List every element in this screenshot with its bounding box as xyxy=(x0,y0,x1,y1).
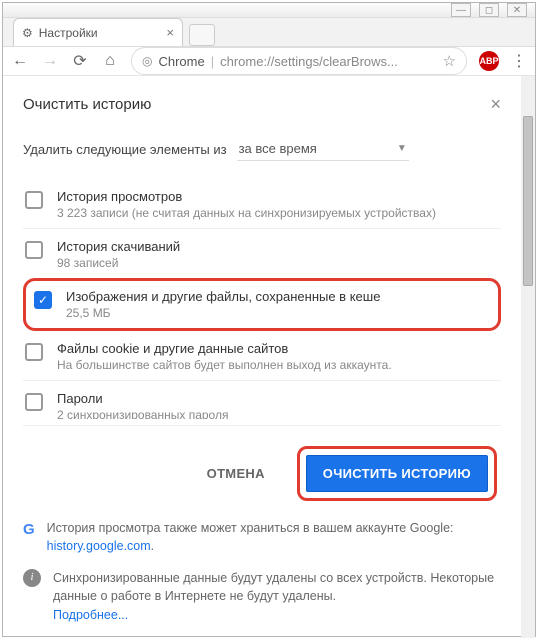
checkbox-checked[interactable]: ✓ xyxy=(34,291,52,309)
window-close-button[interactable]: ✕ xyxy=(507,3,527,17)
item-title: Пароли xyxy=(57,391,228,406)
item-subtitle: 3 223 записи (не считая данных на синхро… xyxy=(57,206,436,220)
dialog-actions: ОТМЕНА ОЧИСТИТЬ ИСТОРИЮ xyxy=(23,425,501,519)
item-subtitle: На большинстве сайтов будет выполнен вых… xyxy=(57,358,392,372)
checkbox[interactable] xyxy=(25,393,43,411)
item-title: История просмотров xyxy=(57,189,436,204)
browser-menu-button[interactable]: ⋮ xyxy=(511,51,527,71)
window-minimize-button[interactable]: — xyxy=(451,3,471,17)
checkbox[interactable] xyxy=(25,241,43,259)
checkbox[interactable] xyxy=(25,343,43,361)
dialog-header: Очистить историю × xyxy=(23,94,501,115)
confirm-button-highlight: ОЧИСТИТЬ ИСТОРИЮ xyxy=(297,446,497,501)
items-list: История просмотров 3 223 записи (не счит… xyxy=(23,179,501,419)
adblock-icon[interactable]: ABP xyxy=(479,51,499,71)
dialog-footer: G История просмотра также может хранитьс… xyxy=(23,519,501,624)
more-link[interactable]: Подробнее... xyxy=(53,606,501,624)
tab-settings[interactable]: ⚙ Настройки × xyxy=(13,18,183,46)
tab-bar: ⚙ Настройки × xyxy=(3,18,535,47)
home-button[interactable]: ⌂ xyxy=(101,52,119,70)
close-icon[interactable]: × xyxy=(490,94,501,115)
forward-button[interactable]: → xyxy=(41,52,59,70)
time-range-select[interactable]: за все время ▼ xyxy=(237,137,409,161)
filter-row: Удалить следующие элементы из за все вре… xyxy=(23,137,501,161)
tab-title: Настройки xyxy=(39,26,98,40)
filter-label: Удалить следующие элементы из xyxy=(23,142,227,157)
item-title: Изображения и другие файлы, сохраненные … xyxy=(66,289,380,304)
list-item-highlighted[interactable]: ✓ Изображения и другие файлы, сохраненны… xyxy=(23,278,501,331)
cancel-button[interactable]: ОТМЕНА xyxy=(191,456,281,491)
scrollbar-thumb[interactable] xyxy=(523,116,533,286)
list-item[interactable]: Файлы cookie и другие данные сайтов На б… xyxy=(23,331,501,381)
list-item[interactable]: История скачиваний 98 записей xyxy=(23,229,501,278)
reload-button[interactable]: ⟳ xyxy=(71,51,89,71)
dialog-title: Очистить историю xyxy=(23,96,151,113)
list-item[interactable]: Пароли 2 синхронизированных пароля xyxy=(23,381,501,419)
item-title: История скачиваний xyxy=(57,239,180,254)
footer-google-text: История просмотра также может храниться … xyxy=(47,521,454,535)
back-button[interactable]: ← xyxy=(11,52,29,70)
site-info-icon[interactable]: ◎ xyxy=(142,54,152,68)
chevron-down-icon: ▼ xyxy=(397,143,407,154)
os-titlebar: — ◻ ✕ xyxy=(3,3,535,18)
footer-sync-note: i Синхронизированные данные будут удален… xyxy=(23,569,501,623)
scrollbar[interactable] xyxy=(521,76,535,638)
item-title: Файлы cookie и другие данные сайтов xyxy=(57,341,392,356)
google-history-link[interactable]: history.google.com xyxy=(47,539,151,553)
address-label: Chrome xyxy=(158,54,204,69)
new-tab-button[interactable] xyxy=(189,24,215,46)
footer-google-note: G История просмотра также может хранитьс… xyxy=(23,519,501,555)
google-icon: G xyxy=(23,519,35,541)
clear-history-dialog: Очистить историю × Удалить следующие эле… xyxy=(3,76,521,638)
tab-close-icon[interactable]: × xyxy=(166,25,174,40)
browser-window: — ◻ ✕ ⚙ Настройки × ← → ⟳ ⌂ ◎ Chrome | ☆… xyxy=(2,2,536,637)
address-bar[interactable]: ◎ Chrome | ☆ xyxy=(131,47,467,75)
footer-sync-text1: Синхронизированные данные будут удалены … xyxy=(53,571,427,585)
window-maximize-button[interactable]: ◻ xyxy=(479,3,499,17)
list-item[interactable]: История просмотров 3 223 записи (не счит… xyxy=(23,179,501,229)
time-range-value: за все время xyxy=(239,141,317,156)
item-subtitle: 2 синхронизированных пароля xyxy=(57,408,228,419)
bookmark-star-icon[interactable]: ☆ xyxy=(443,52,456,70)
toolbar: ← → ⟳ ⌂ ◎ Chrome | ☆ ABP ⋮ xyxy=(3,47,535,76)
info-icon: i xyxy=(23,569,41,587)
gear-icon: ⚙ xyxy=(22,26,33,40)
page-content: Очистить историю × Удалить следующие эле… xyxy=(3,76,535,638)
item-subtitle: 98 записей xyxy=(57,256,180,270)
confirm-button[interactable]: ОЧИСТИТЬ ИСТОРИЮ xyxy=(306,455,488,492)
checkbox[interactable] xyxy=(25,191,43,209)
item-subtitle: 25,5 МБ xyxy=(66,306,380,320)
address-input[interactable] xyxy=(220,54,436,69)
